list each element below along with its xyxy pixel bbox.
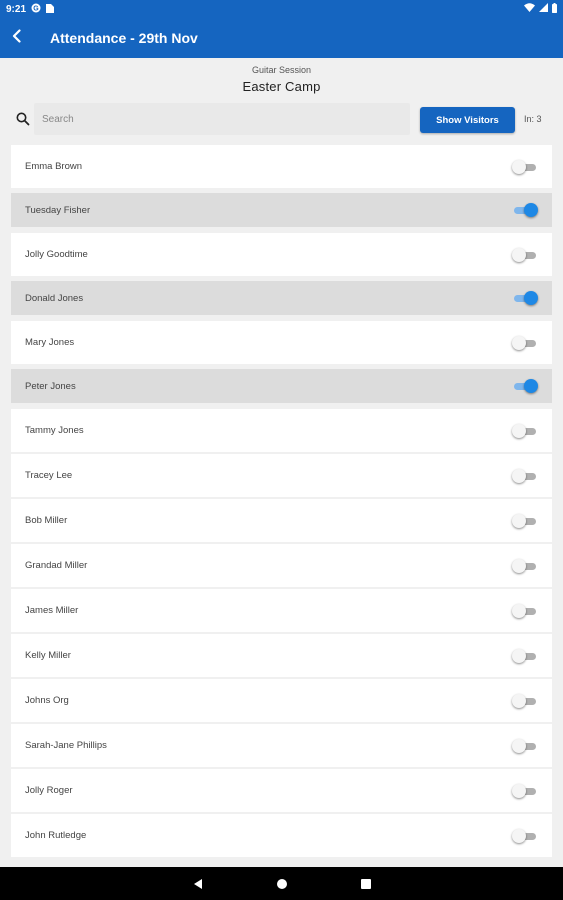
toggle-thumb: [512, 603, 526, 618]
attendance-toggle[interactable]: [512, 738, 538, 753]
attendee-name: Jolly Roger: [25, 785, 73, 796]
attendee-row[interactable]: Kelly Miller: [11, 634, 552, 677]
status-bar: 9:21 G: [0, 0, 563, 18]
attendee-name: Sarah-Jane Phillips: [25, 740, 107, 751]
toggle-thumb: [512, 335, 526, 350]
attendee-row[interactable]: Johns Org: [11, 679, 552, 722]
attendee-row[interactable]: Donald Jones: [11, 281, 552, 315]
attendee-row[interactable]: Bob Miller: [11, 499, 552, 542]
app-bar: Attendance - 29th Nov: [0, 18, 563, 58]
attendee-name: Tracey Lee: [25, 470, 73, 481]
page-title: Attendance - 29th Nov: [50, 30, 198, 46]
attendee-name: Mary Jones: [25, 337, 75, 348]
toggle-thumb: [512, 738, 526, 753]
toggle-thumb: [512, 783, 526, 798]
attendance-toggle[interactable]: [512, 335, 538, 350]
nav-back-button[interactable]: [191, 877, 205, 891]
attendee-name: Grandad Miller: [25, 560, 88, 571]
search-icon: [15, 111, 31, 127]
attendee-row[interactable]: Grandad Miller: [11, 544, 552, 587]
attendance-toggle[interactable]: [512, 247, 538, 262]
toggle-thumb: [512, 648, 526, 663]
attendee-name: Bob Miller: [25, 515, 68, 526]
status-time: 9:21: [6, 3, 27, 15]
show-visitors-button[interactable]: Show Visitors: [420, 107, 515, 133]
attendee-row[interactable]: Tammy Jones: [11, 409, 552, 452]
attendee-row[interactable]: Peter Jones: [11, 369, 552, 403]
attendance-toggle[interactable]: [512, 648, 538, 663]
attendee-row[interactable]: Sarah-Jane Phillips: [11, 724, 552, 767]
toggle-thumb: [512, 693, 526, 708]
toggle-thumb: [512, 558, 526, 573]
attendee-row[interactable]: Tracey Lee: [11, 454, 552, 497]
attendee-name: Jolly Goodtime: [25, 249, 88, 260]
sim-card-icon: [46, 3, 55, 16]
toggle-thumb: [512, 468, 526, 483]
back-triangle-icon: [193, 878, 202, 889]
attendance-toggle[interactable]: [512, 379, 538, 393]
attendance-toggle[interactable]: [512, 423, 538, 438]
back-button[interactable]: [0, 18, 34, 58]
toggle-thumb: [512, 159, 526, 174]
status-bar-right: [524, 2, 557, 16]
recents-square-icon: [360, 878, 371, 889]
attendance-count: In: 3: [524, 114, 542, 124]
session-title: Easter Camp: [242, 79, 321, 94]
attendee-row[interactable]: John Rutledge: [11, 814, 552, 857]
attendee-row[interactable]: Mary Jones: [11, 321, 552, 364]
attendee-row[interactable]: Jolly Roger: [11, 769, 552, 812]
toggle-thumb: [512, 247, 526, 262]
toggle-thumb: [524, 379, 538, 393]
back-arrow-icon: [10, 28, 24, 48]
attendance-toggle[interactable]: [512, 468, 538, 483]
attendee-name: Tuesday Fisher: [25, 204, 91, 216]
attendance-toggle[interactable]: [512, 828, 538, 843]
attendee-name: Peter Jones: [25, 380, 76, 392]
attendance-toggle[interactable]: [512, 558, 538, 573]
session-subtitle: Guitar Session: [251, 65, 312, 75]
battery-icon: [552, 2, 557, 16]
attendance-toggle[interactable]: [512, 783, 538, 798]
wifi-icon: [524, 3, 535, 15]
attendance-toggle[interactable]: [512, 603, 538, 618]
toggle-thumb: [512, 828, 526, 843]
attendee-row[interactable]: Jolly Goodtime: [11, 233, 552, 276]
attendance-toggle[interactable]: [512, 291, 538, 305]
attendance-toggle[interactable]: [512, 693, 538, 708]
signal-icon: [539, 3, 548, 15]
attendee-name: Johns Org: [25, 695, 69, 706]
notification-g-icon: G: [31, 3, 41, 16]
attendee-row[interactable]: Emma Brown: [11, 145, 552, 188]
attendee-name: James Miller: [25, 605, 79, 616]
attendee-name: Donald Jones: [25, 292, 84, 304]
attendance-toggle[interactable]: [512, 513, 538, 528]
toggle-thumb: [524, 203, 538, 217]
session-header: Guitar Session Easter Camp: [0, 58, 563, 94]
toggle-thumb: [524, 291, 538, 305]
attendee-name: Kelly Miller: [25, 650, 71, 661]
status-bar-left: 9:21 G: [6, 3, 55, 16]
toggle-thumb: [512, 423, 526, 438]
attendee-name: John Rutledge: [25, 830, 87, 841]
attendee-row[interactable]: James Miller: [11, 589, 552, 632]
toggle-thumb: [512, 513, 526, 528]
attendee-name: Tammy Jones: [25, 425, 84, 436]
svg-text:G: G: [33, 5, 39, 12]
attendee-row[interactable]: Tuesday Fisher: [11, 193, 552, 227]
attendance-toggle[interactable]: [512, 159, 538, 174]
nav-recents-button[interactable]: [359, 877, 373, 891]
search-input[interactable]: [34, 103, 410, 135]
attendance-toggle[interactable]: [512, 203, 538, 217]
nav-home-button[interactable]: [275, 877, 289, 891]
toolbar: Show Visitors In: 3: [0, 103, 563, 135]
attendee-name: Emma Brown: [25, 161, 83, 172]
system-nav-bar: [0, 867, 563, 900]
home-circle-icon: [276, 878, 287, 889]
attendee-list: Emma Brown Tuesday Fisher Jolly Goodtime Do…: [11, 145, 552, 859]
